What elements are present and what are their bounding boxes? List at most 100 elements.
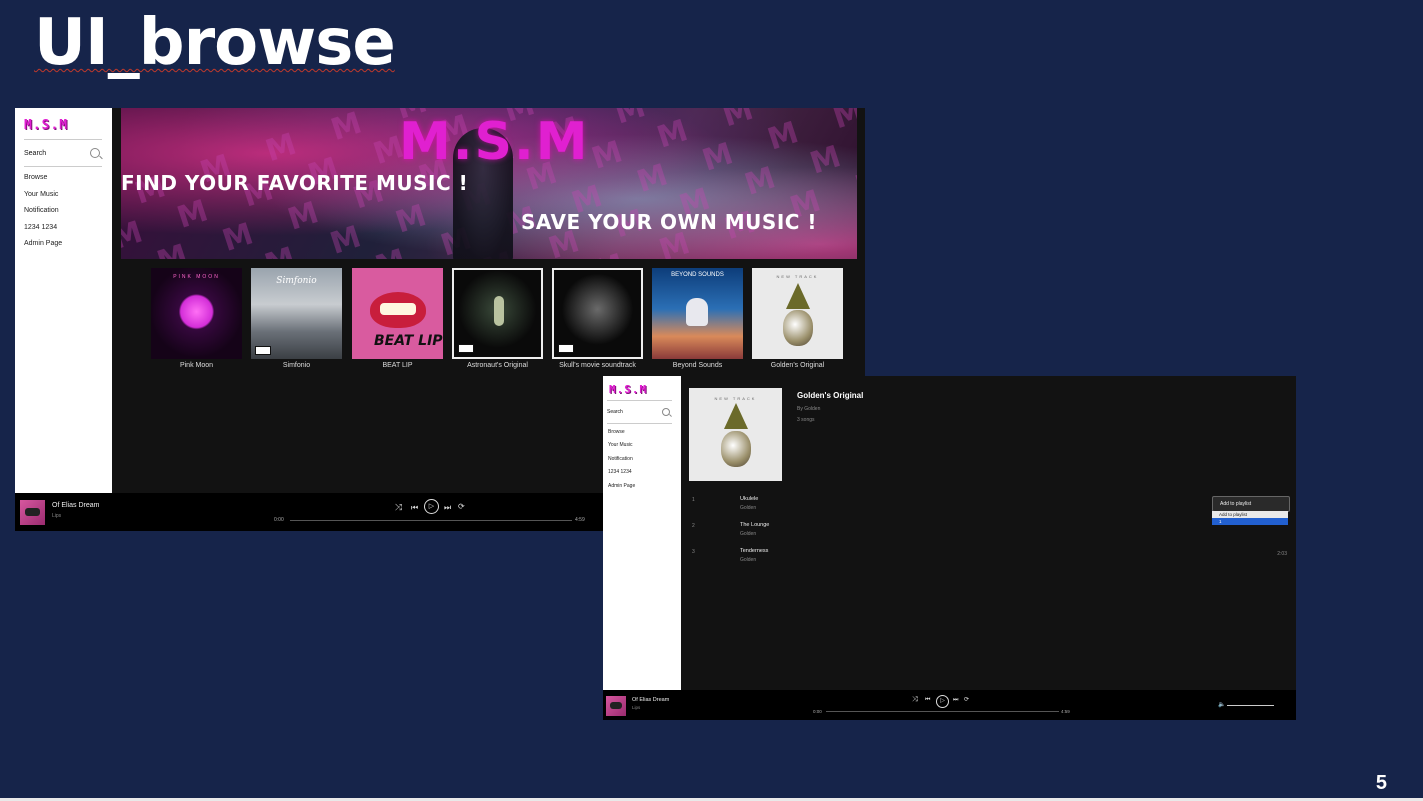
search-label: Search	[607, 409, 623, 415]
banner-tagline-left: FIND YOUR FAVORITE MUSIC !	[121, 171, 469, 195]
shuffle-icon[interactable]: ⤨	[395, 502, 402, 513]
now-playing-artist[interactable]: Lips	[632, 705, 640, 710]
album-card[interactable]: PINK MOON Pink Moon	[151, 268, 242, 369]
now-playing-title[interactable]: Of Elias Dream	[632, 697, 669, 703]
album-cover: NEW TRACK	[689, 388, 782, 481]
previous-icon[interactable]: ⏮	[411, 503, 418, 513]
album-title: Golden's Original	[770, 362, 825, 369]
album-cover	[552, 268, 643, 359]
song-title: Ukulele	[740, 496, 759, 502]
astronaut-figure	[686, 298, 708, 326]
astronaut-figure	[494, 296, 504, 326]
submenu-playlist-item[interactable]: 1	[1212, 518, 1288, 525]
pineapple-illustration	[782, 309, 813, 346]
previous-icon[interactable]: ⏮	[925, 697, 930, 704]
cover-text: BEYOND SOUNDS	[671, 272, 724, 278]
song-number: 2	[692, 523, 695, 529]
shuffle-icon[interactable]: ⤨	[912, 696, 918, 704]
sidebar: M.S.M Search Browse Your Music Notificat…	[603, 376, 681, 690]
search-icon[interactable]	[662, 408, 670, 416]
album-cover: NEW TRACK	[752, 268, 843, 359]
cover-text: NEW TRACK	[714, 396, 757, 401]
album-title: Skull's movie soundtrack	[559, 362, 636, 369]
album-card[interactable]: Simfonio Simfonio	[251, 268, 342, 369]
album-cover: BEAT LIP	[352, 268, 443, 359]
playlist-submenu: Add to playlist 1	[1212, 511, 1288, 525]
album-window: M.S.M Search Browse Your Music Notificat…	[603, 376, 1296, 720]
search-box[interactable]: Search	[24, 139, 102, 167]
song-number: 1	[692, 497, 695, 503]
song-row[interactable]: 1 Ukulele Golden	[689, 495, 1291, 517]
album-title: Beyond Sounds	[672, 362, 723, 369]
cover-text: Simfonio	[276, 276, 317, 286]
time-total: 4:59	[1061, 709, 1070, 714]
time-current: 0:00	[274, 517, 284, 523]
pineapple-leaves	[785, 282, 810, 309]
album-cover: Simfonio	[251, 268, 342, 359]
hero-banner: M M M M M M M M M M M M M M M M M M M M …	[121, 108, 857, 259]
album-card[interactable]: BEAT LIP BEAT LIP	[352, 268, 443, 369]
now-playing-title[interactable]: Of Elias Dream	[52, 502, 99, 509]
context-menu: Add to playlist	[1212, 496, 1290, 512]
play-icon[interactable]: ▷	[936, 695, 949, 708]
pineapple-illustration	[720, 430, 751, 467]
album-card[interactable]: BEYOND SOUNDS Beyond Sounds	[652, 268, 743, 369]
nav-notification[interactable]: Notification	[24, 207, 59, 214]
now-playing-thumbnail[interactable]	[20, 500, 45, 525]
album-artist[interactable]: By Golden	[797, 406, 820, 412]
album-title: Golden's Original	[797, 391, 864, 400]
album-card[interactable]: Astronaut's Original	[452, 268, 543, 369]
lips-illustration	[370, 292, 426, 328]
pineapple-leaves	[723, 402, 748, 429]
cover-text: NEW TRACK	[776, 274, 819, 279]
song-artist: Golden	[740, 531, 757, 537]
song-row[interactable]: 2 The Lounge Golden	[689, 521, 1291, 543]
app-logo[interactable]: M.S.M	[609, 383, 647, 396]
nav-notification[interactable]: Notification	[608, 456, 633, 462]
repeat-icon[interactable]: ⟳	[964, 696, 969, 703]
next-icon[interactable]: ⏭	[444, 503, 451, 513]
nav-admin-page[interactable]: Admin Page	[24, 240, 62, 247]
progress-bar[interactable]	[826, 711, 1059, 712]
song-row[interactable]: 3 Tenderness Golden 2:03	[689, 547, 1291, 569]
now-playing-thumbnail[interactable]	[606, 696, 626, 716]
context-menu-add-to-playlist[interactable]: Add to playlist	[1213, 497, 1289, 511]
song-duration: 2:03	[1277, 551, 1287, 557]
play-icon[interactable]: ▷	[424, 499, 439, 514]
progress-bar[interactable]	[290, 520, 572, 521]
album-title: BEAT LIP	[382, 362, 413, 369]
album-card[interactable]: NEW TRACK Golden's Original	[752, 268, 843, 369]
nav-your-music[interactable]: Your Music	[24, 191, 58, 198]
album-title: Simfonio	[282, 362, 311, 369]
player-bar: Of Elias Dream Lips ⤨ ⏮ ▷ ⏭ ⟳ 0:00 4:59 …	[603, 690, 1296, 720]
volume-icon[interactable]: 🔈	[1218, 701, 1225, 708]
song-count: 3 songs	[797, 417, 815, 423]
now-playing-artist[interactable]: Lips	[52, 513, 61, 519]
page-number: 5	[1375, 772, 1387, 794]
album-card[interactable]: Skull's movie soundtrack	[552, 268, 643, 369]
time-current: 0:00	[813, 709, 822, 714]
explicit-badge	[458, 344, 474, 353]
submenu-header: Add to playlist	[1219, 512, 1248, 517]
banner-tagline-right: SAVE YOUR OWN MUSIC !	[521, 210, 818, 234]
search-box[interactable]: Search	[607, 400, 672, 424]
nav-your-music[interactable]: Your Music	[608, 442, 633, 448]
next-icon[interactable]: ⏭	[953, 697, 958, 704]
cover-text: PINK MOON	[173, 274, 220, 280]
sidebar: M.S.M Search Browse Your Music Notificat…	[15, 108, 112, 493]
album-title: Astronaut's Original	[467, 362, 528, 369]
volume-slider[interactable]	[1227, 705, 1274, 706]
explicit-badge	[255, 346, 271, 355]
nav-user[interactable]: 1234 1234	[24, 224, 57, 231]
song-title: Tenderness	[740, 548, 769, 554]
nav-user[interactable]: 1234 1234	[608, 469, 632, 475]
repeat-icon[interactable]: ⟳	[458, 502, 465, 511]
nav-admin-page[interactable]: Admin Page	[608, 483, 635, 489]
banner-logo: M.S.M	[399, 112, 590, 172]
nav-browse[interactable]: Browse	[24, 174, 47, 181]
song-title: The Lounge	[740, 522, 770, 528]
nav-browse[interactable]: Browse	[608, 429, 625, 435]
search-icon[interactable]	[90, 148, 100, 158]
album-cover	[452, 268, 543, 359]
app-logo[interactable]: M.S.M	[24, 118, 68, 133]
